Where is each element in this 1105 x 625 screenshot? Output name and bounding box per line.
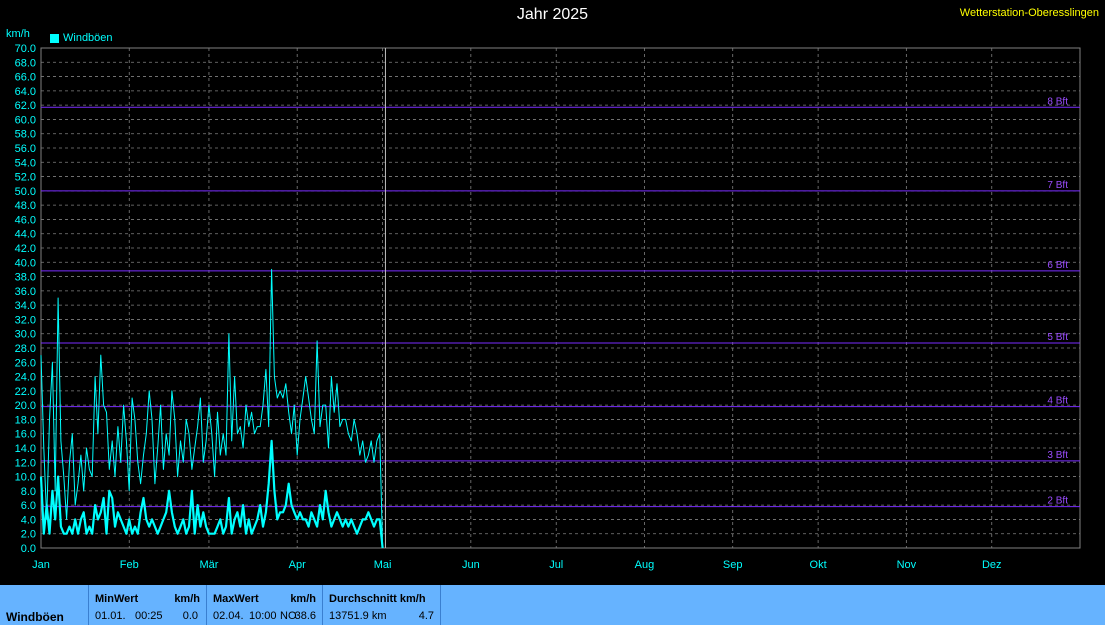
stats-empty-cell: [441, 585, 1105, 625]
max-header: MaxWert: [213, 593, 259, 605]
beaufort-label: 6 Bft: [1047, 260, 1068, 271]
y-tick-label: 62.0: [15, 100, 36, 112]
stats-row-label: Windböen: [6, 610, 64, 624]
y-tick-label: 20.0: [15, 400, 36, 412]
x-tick-label: Jun: [462, 559, 480, 571]
beaufort-label: 4 Bft: [1047, 396, 1068, 407]
y-tick-label: 58.0: [15, 129, 36, 141]
beaufort-label: 5 Bft: [1047, 332, 1068, 343]
plot-frame: [40, 47, 1081, 549]
y-tick-label: 68.0: [15, 57, 36, 69]
max-date: 02.04.: [213, 610, 244, 622]
y-tick-label: 48.0: [15, 200, 36, 212]
y-tick-label: 12.0: [15, 457, 36, 469]
y-tick-label: 54.0: [15, 157, 36, 169]
x-tick-label: Jul: [549, 559, 563, 571]
avg-distance: 13751.9 km: [329, 610, 387, 622]
y-tick-label: 56.0: [15, 143, 36, 155]
x-tick-label: Nov: [897, 559, 917, 571]
x-tick-label: Jan: [32, 559, 50, 571]
chart-area: 0.0 2.0 4.0 6.0 8.0 10.0 12.0 14.0 16.0 18.0 20.0 2…: [15, 43, 1081, 571]
y-tick-label: 52.0: [15, 172, 36, 184]
y-tick-label: 4.0: [21, 514, 36, 526]
y-tick-label: 26.0: [15, 357, 36, 369]
min-header: MinWert: [95, 593, 139, 605]
x-tick-label: Feb: [120, 559, 139, 571]
y-tick-label: 70.0: [15, 43, 36, 55]
avg-header: Durchschnitt km/h: [329, 593, 426, 605]
y-tick-label: 44.0: [15, 229, 36, 241]
stats-avg-cell: Durchschnitt km/h 13751.9 km 4.7: [323, 585, 441, 625]
avg-value: 4.7: [418, 610, 434, 622]
y-tick-label: 30.0: [15, 329, 36, 341]
x-tick-label: Sep: [723, 559, 743, 571]
y-tick-label: 40.0: [15, 257, 36, 269]
min-time: 00:25: [135, 610, 163, 622]
y-tick-label: 42.0: [15, 243, 36, 255]
stats-row-label-cell: Windböen: [0, 585, 89, 625]
y-tick-label: 14.0: [15, 443, 36, 455]
beaufort-label: 3 Bft: [1047, 450, 1068, 461]
max-time: 10:00: [249, 610, 277, 622]
y-tick-label: 0.0: [21, 543, 36, 555]
y-tick-label: 18.0: [15, 414, 36, 426]
y-tick-label: 16.0: [15, 429, 36, 441]
y-tick-label: 2.0: [21, 529, 36, 541]
min-date: 01.01.: [95, 610, 126, 622]
x-tick-label: Aug: [635, 559, 655, 571]
y-tick-label: 64.0: [15, 86, 36, 98]
beaufort-label: 8 Bft: [1047, 96, 1068, 107]
y-tick-label: 34.0: [15, 300, 36, 312]
y-tick-label: 24.0: [15, 372, 36, 384]
y-tick-label: 28.0: [15, 343, 36, 355]
y-tick-label: 60.0: [15, 114, 36, 126]
y-tick-label: 36.0: [15, 286, 36, 298]
y-tick-label: 6.0: [21, 500, 36, 512]
y-tick-label: 22.0: [15, 386, 36, 398]
min-unit: km/h: [174, 593, 200, 605]
max-unit: km/h: [290, 593, 316, 605]
max-value: 38.6: [294, 610, 316, 622]
x-tick-label: Mai: [374, 559, 392, 571]
x-tick-label: Okt: [810, 559, 827, 571]
beaufort-label: 2 Bft: [1047, 496, 1068, 507]
y-tick-label: 46.0: [15, 214, 36, 226]
y-tick-label: 8.0: [21, 486, 36, 498]
stats-max-cell: MaxWert km/h 02.04. 10:00 NO 38.6: [207, 585, 323, 625]
x-tick-label: Apr: [289, 559, 306, 571]
x-tick-label: Dez: [982, 559, 1002, 571]
min-value: 0.0: [182, 610, 198, 622]
stats-panel: Windböen MinWert km/h 01.01. 00:25 0.0 M…: [0, 585, 1105, 625]
y-tick-label: 66.0: [15, 72, 36, 84]
y-tick-label: 32.0: [15, 314, 36, 326]
stats-min-cell: MinWert km/h 01.01. 00:25 0.0: [89, 585, 207, 625]
beaufort-label: 7 Bft: [1047, 180, 1068, 191]
y-tick-label: 10.0: [15, 472, 36, 484]
x-tick-label: Mär: [199, 559, 218, 571]
y-tick-label: 50.0: [15, 186, 36, 198]
y-tick-label: 38.0: [15, 272, 36, 284]
